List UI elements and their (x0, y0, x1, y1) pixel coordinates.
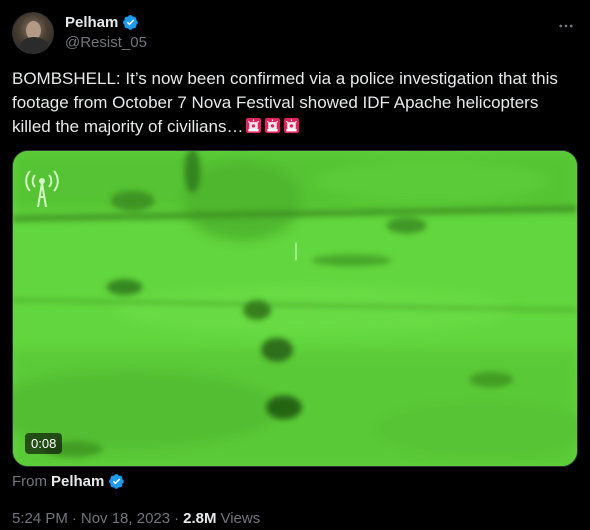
police-siren-icon (265, 117, 281, 134)
author-handle[interactable]: @Resist_05 (65, 34, 147, 51)
views-label: Views (220, 510, 261, 527)
police-siren-icon (284, 117, 300, 134)
more-options-icon (559, 24, 573, 28)
source-attribution: From Pelham (12, 473, 125, 490)
verified-badge-icon (109, 474, 125, 489)
author-info: Pelham @Resist_05 (65, 14, 147, 51)
tweet-meta: 5:24 PM · Nov 18, 2023 · 2.8M Views (12, 510, 260, 527)
broadcast-antenna-icon (25, 170, 59, 208)
avatar-body (19, 37, 49, 53)
siren-emojis (243, 117, 300, 136)
verified-badge-icon (123, 15, 139, 30)
avatar[interactable] (12, 12, 54, 54)
meta-separator: · (71, 510, 77, 527)
views-count[interactable]: 2.8M (183, 510, 216, 527)
more-options-button[interactable] (556, 16, 576, 36)
police-siren-icon (246, 117, 262, 134)
source-name[interactable]: Pelham (51, 473, 104, 490)
night-vision-footage (13, 151, 577, 466)
tweet-time[interactable]: 5:24 PM (12, 510, 68, 527)
author-name-row: Pelham (65, 14, 147, 31)
tweet-text: BOMBSHELL: It’s now been confirmed via a… (12, 67, 578, 139)
source-label: From (12, 473, 47, 490)
video-duration: 0:08 (25, 433, 63, 454)
video-player[interactable]: 0:08 (12, 150, 578, 467)
meta-separator: · (174, 510, 180, 527)
tweet-header: Pelham @Resist_05 (12, 12, 578, 56)
author-name[interactable]: Pelham (65, 14, 118, 31)
tweet-date[interactable]: Nov 18, 2023 (81, 510, 170, 527)
